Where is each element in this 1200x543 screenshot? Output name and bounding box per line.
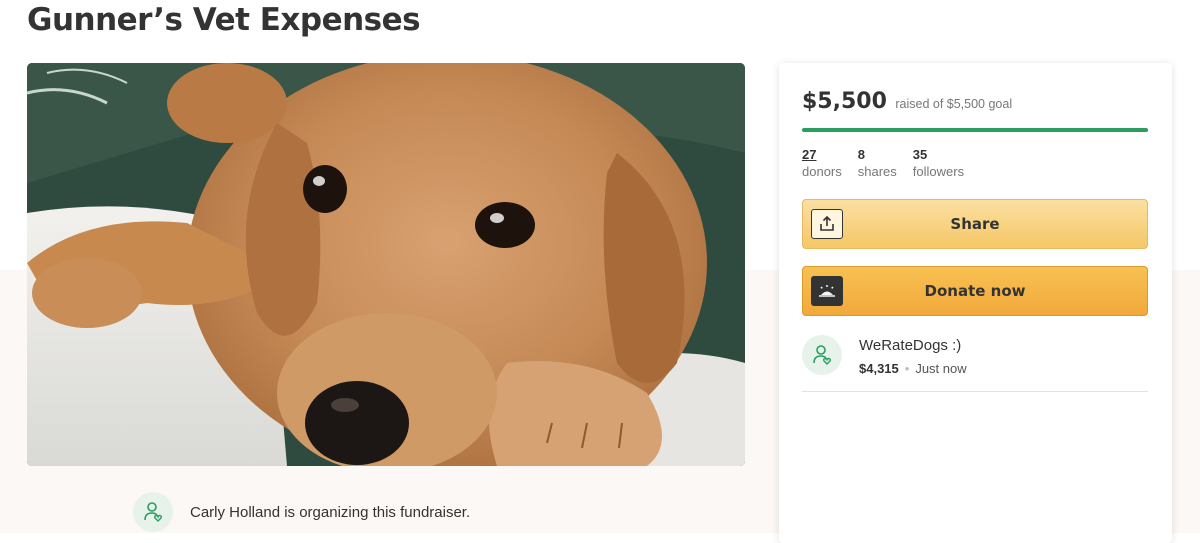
- donor-amount: $4,315: [859, 361, 899, 376]
- sunrise-icon: [811, 276, 843, 306]
- donor-meta: $4,315 • Just now: [859, 361, 967, 376]
- person-heart-icon: [802, 335, 842, 375]
- stat-value: 35: [912, 147, 928, 162]
- stats-row: 27 donors 8 shares 35 followers: [802, 147, 980, 179]
- raised-summary: $5,500 raised of $5,500 goal: [802, 89, 1012, 114]
- recent-donation: WeRateDogs :) $4,315 • Just now: [802, 333, 1148, 392]
- raised-amount: $5,500: [802, 89, 887, 114]
- stat-value: 8: [857, 147, 865, 162]
- stat-label: shares: [857, 164, 897, 179]
- donation-sidebar: $5,500 raised of $5,500 goal 27 donors 8…: [779, 63, 1172, 543]
- donor-time: Just now: [915, 361, 967, 376]
- progress-bar: [802, 128, 1148, 132]
- page-title: Gunner’s Vet Expenses: [27, 2, 421, 38]
- stat-value[interactable]: 27: [802, 147, 842, 162]
- donate-button-label: Donate now: [924, 282, 1026, 300]
- stat-shares: 8 shares: [858, 147, 897, 179]
- progress-fill: [802, 128, 1148, 132]
- share-button-label: Share: [950, 215, 1000, 233]
- donate-now-button[interactable]: Donate now: [802, 266, 1148, 316]
- campaign-photo: [27, 63, 745, 466]
- share-upload-icon: [811, 209, 843, 239]
- stat-label: followers: [912, 164, 965, 179]
- stat-donors[interactable]: 27 donors: [802, 147, 842, 179]
- stat-followers: 35 followers: [913, 147, 964, 179]
- share-button[interactable]: Share: [802, 199, 1148, 249]
- puppy-illustration: [27, 63, 745, 466]
- separator-dot: •: [904, 361, 910, 376]
- raised-goal: raised of $5,500 goal: [895, 97, 1013, 111]
- person-heart-icon: [133, 492, 173, 532]
- organizer-row: Carly Holland is organizing this fundrai…: [133, 492, 470, 532]
- donor-name: WeRateDogs :): [859, 337, 962, 354]
- stat-label: donors: [802, 164, 842, 179]
- organizer-text: Carly Holland is organizing this fundrai…: [190, 503, 471, 521]
